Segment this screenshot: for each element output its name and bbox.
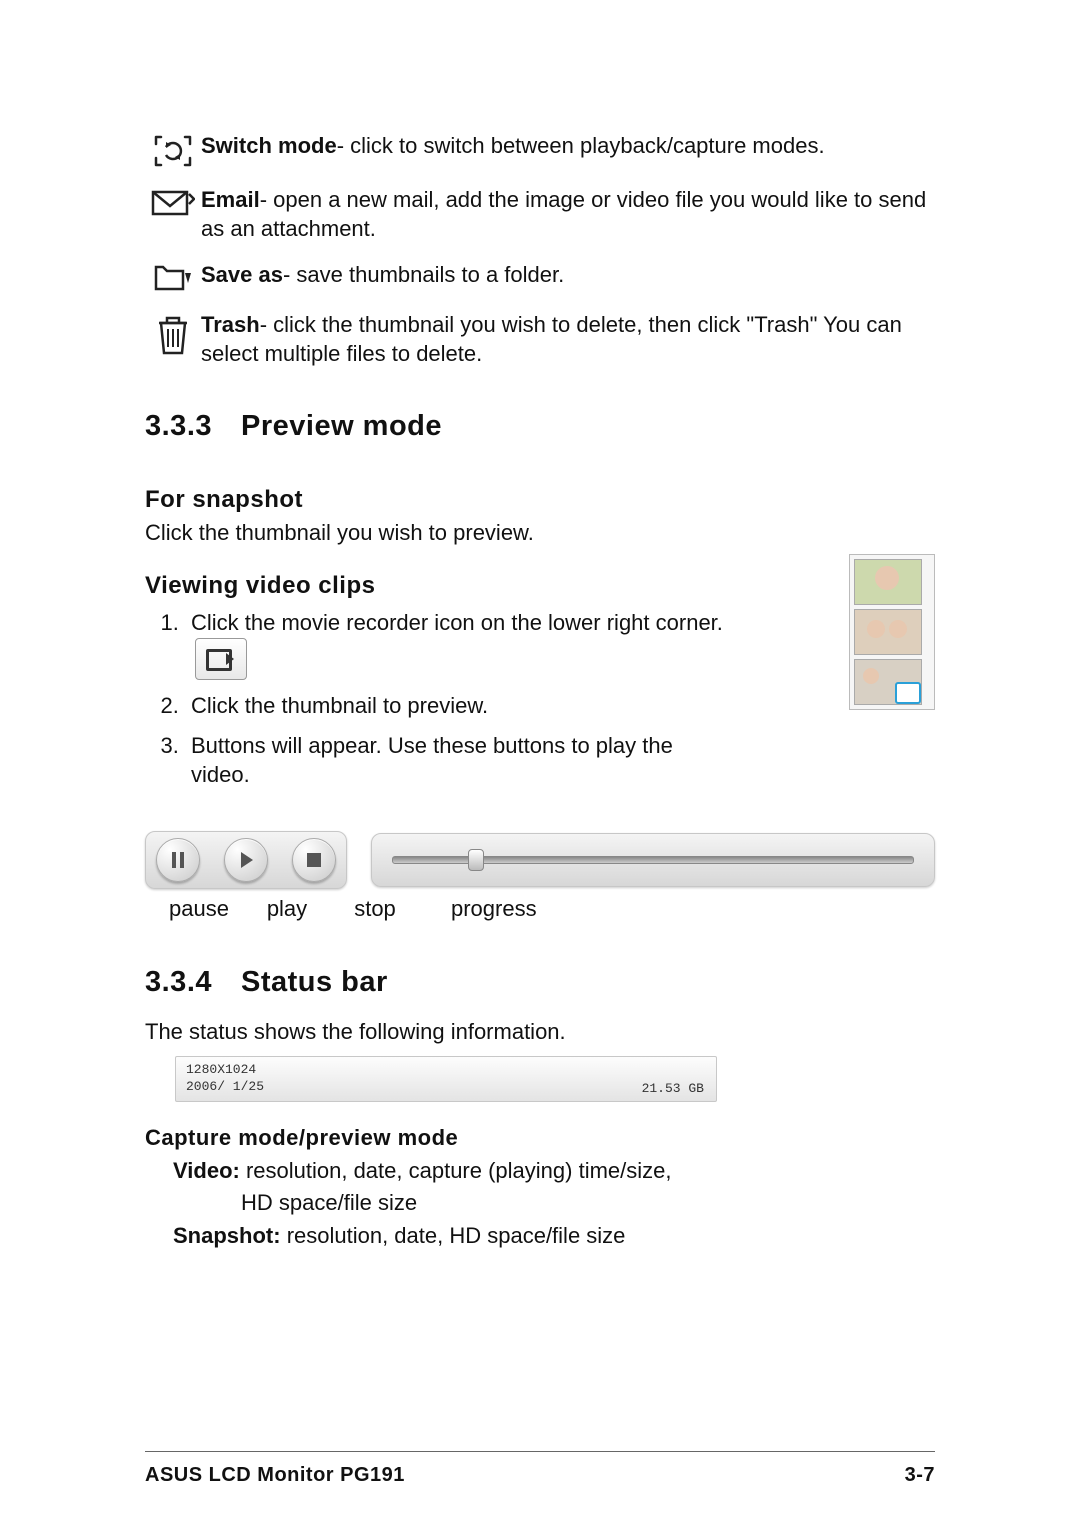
video-desc2: HD space/file size [241,1189,935,1218]
preview-two-col: For snapshot Click the thumbnail you wis… [145,462,935,801]
play-labels: pause play stop progress [167,895,935,924]
video-line: Video: resolution, date, capture (playin… [173,1157,935,1186]
play-button[interactable] [224,838,268,882]
thumbnail-1 [854,559,922,605]
heading-num: 3.3.4 [145,964,241,1002]
stop-button[interactable] [292,838,336,882]
def-desc: - open a new mail, add the image or vide… [201,187,926,241]
def-switch-mode: Switch mode- click to switch between pla… [145,132,935,168]
snapshot-label: Snapshot: [173,1223,281,1248]
snapshot-desc: resolution, date, HD space/file size [287,1223,626,1248]
status-bar: 1280X1024 2006/ 1/25 21.53 GB [175,1056,717,1102]
def-desc: - click the thumbnail you wish to delete… [201,312,902,366]
def-trash: Trash- click the thumbnail you wish to d… [145,311,935,368]
subhead-viewing-clips: Viewing video clips [145,570,737,601]
playback-controls [145,831,935,889]
step-1: Click the movie recorder icon on the low… [185,609,737,680]
heading-334: 3.3.4Status bar [145,964,935,1002]
clips-steps: Click the movie recorder icon on the low… [145,609,737,789]
step-text: Click the movie recorder icon on the low… [191,610,723,635]
footer-rule [145,1451,935,1452]
thumbnail-strip [849,554,935,710]
snapshot-text: Click the thumbnail you wish to preview. [145,519,737,548]
label-pause: pause [167,895,231,924]
preview-right-col [755,462,935,801]
status-resolution: 1280X1024 [186,1062,706,1079]
heading-title: Preview mode [241,410,442,442]
movie-recorder-icon [195,638,247,680]
label-stop: stop [343,895,407,924]
heading-title: Status bar [241,966,388,998]
status-intro: The status shows the following informati… [145,1018,935,1047]
status-size: 21.53 GB [642,1081,704,1098]
footer-right: 3-7 [905,1462,935,1488]
progress-bar[interactable] [371,833,935,887]
switch-mode-icon [145,132,201,168]
play-button-group [145,831,347,889]
label-progress: progress [451,895,537,924]
def-save-as: Save as- save thumbnails to a folder. [145,261,935,293]
pause-button[interactable] [156,838,200,882]
def-save-as-text: Save as- save thumbnails to a folder. [201,261,935,290]
video-desc1: resolution, date, capture (playing) time… [246,1158,672,1183]
status-date: 2006/ 1/25 [186,1079,706,1096]
save-as-icon [145,261,201,293]
def-trash-text: Trash- click the thumbnail you wish to d… [201,311,935,368]
def-desc: - save thumbnails to a folder. [283,262,564,287]
heading-num: 3.3.3 [145,408,241,446]
progress-track [392,856,914,864]
subhead-for-snapshot: For snapshot [145,484,737,515]
def-label: Email [201,187,260,212]
movie-badge-icon [895,682,921,704]
def-label: Save as [201,262,283,287]
footer-left: ASUS LCD Monitor PG191 [145,1462,405,1488]
def-label: Switch mode [201,133,337,158]
step-2: Click the thumbnail to preview. [185,692,737,721]
video-label: Video: [173,1158,240,1183]
def-email: Email- open a new mail, add the image or… [145,186,935,243]
thumbnail-3 [854,659,922,705]
heading-333: 3.3.3Preview mode [145,408,935,446]
def-email-text: Email- open a new mail, add the image or… [201,186,935,243]
def-label: Trash [201,312,260,337]
progress-knob[interactable] [468,849,484,871]
thumbnail-2 [854,609,922,655]
label-play: play [255,895,319,924]
page-footer: ASUS LCD Monitor PG191 3-7 [145,1462,935,1488]
preview-left-col: For snapshot Click the thumbnail you wis… [145,462,737,801]
trash-icon [145,311,201,357]
snapshot-line: Snapshot: resolution, date, HD space/fil… [173,1222,935,1251]
page: Switch mode- click to switch between pla… [0,0,1080,1528]
icon-definitions: Switch mode- click to switch between pla… [145,132,935,368]
subhead-capture-preview: Capture mode/preview mode [145,1124,935,1153]
step-3: Buttons will appear. Use these buttons t… [185,732,737,789]
email-icon [145,186,201,218]
def-switch-mode-text: Switch mode- click to switch between pla… [201,132,935,161]
def-desc: - click to switch between playback/captu… [337,133,825,158]
